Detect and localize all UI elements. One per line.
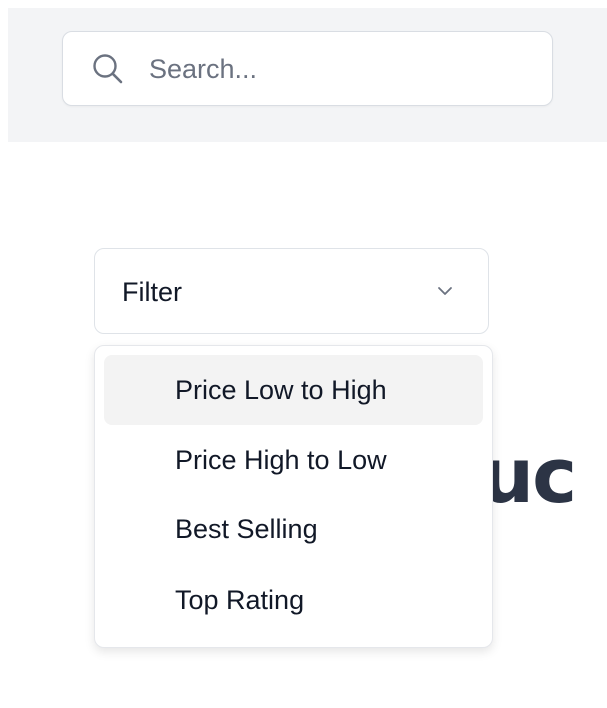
filter-option-label: Best Selling (175, 514, 318, 544)
filter-select[interactable]: Filter (94, 248, 489, 334)
filter-option-price-high-to-low[interactable]: Price High to Low (104, 425, 483, 495)
filter-select-label: Filter (122, 277, 182, 307)
filter-option-label: Price High to Low (175, 445, 387, 475)
search-box[interactable] (62, 31, 553, 106)
filter-dropdown-menu: Price Low to High Price High to Low Best… (94, 345, 493, 648)
search-input[interactable] (149, 50, 529, 88)
filter-option-label: Price Low to High (175, 375, 387, 405)
page-heading-fragment: uc (480, 431, 577, 520)
filter-option-top-rating[interactable]: Top Rating (104, 565, 483, 635)
search-icon (93, 54, 123, 84)
filter-option-price-low-to-high[interactable]: Price Low to High (104, 355, 483, 425)
filter-option-label: Top Rating (175, 585, 305, 615)
chevron-down-icon (438, 287, 452, 295)
filter-option-best-selling[interactable]: Best Selling (104, 494, 483, 564)
